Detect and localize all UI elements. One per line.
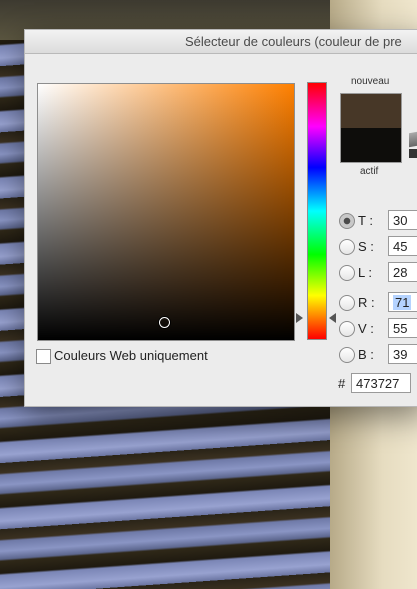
red-radio[interactable] bbox=[339, 295, 355, 311]
window-title: Sélecteur de couleurs (couleur de pre bbox=[185, 34, 402, 49]
green-field[interactable]: 55 bbox=[388, 318, 417, 338]
current-color-swatch bbox=[341, 128, 401, 162]
lightness-field[interactable]: 28 bbox=[388, 262, 417, 282]
current-color-label: actif bbox=[360, 166, 379, 177]
green-radio[interactable] bbox=[339, 321, 355, 337]
color-swatch bbox=[340, 93, 402, 163]
hue-pointer-right-icon[interactable] bbox=[329, 313, 336, 323]
red-field[interactable]: 71 bbox=[388, 292, 417, 312]
color-picker-window: Sélecteur de couleurs (couleur de pre no… bbox=[24, 29, 417, 407]
cube-icon[interactable] bbox=[409, 130, 417, 148]
hue-field[interactable]: 30 bbox=[388, 210, 417, 230]
hue-pointer-left-icon[interactable] bbox=[296, 313, 303, 323]
hue-slider[interactable] bbox=[307, 82, 327, 340]
new-color-swatch bbox=[341, 94, 401, 128]
lightness-label: L : bbox=[358, 265, 372, 280]
blue-radio[interactable] bbox=[339, 347, 355, 363]
hue-label: T : bbox=[358, 213, 373, 228]
new-color-label: nouveau bbox=[351, 76, 390, 87]
green-label: V : bbox=[358, 321, 374, 336]
red-value: 71 bbox=[393, 295, 412, 310]
lightness-radio[interactable] bbox=[339, 265, 355, 281]
red-label: R : bbox=[358, 295, 375, 310]
blue-label: B : bbox=[358, 347, 374, 362]
saturation-label: S : bbox=[358, 239, 374, 254]
web-only-label: Couleurs Web uniquement bbox=[54, 348, 208, 363]
saturation-lightness-square[interactable] bbox=[37, 83, 295, 341]
color-cursor[interactable] bbox=[159, 317, 170, 328]
swatch-icon[interactable] bbox=[409, 149, 417, 158]
titlebar[interactable]: Sélecteur de couleurs (couleur de pre bbox=[25, 30, 417, 54]
saturation-radio[interactable] bbox=[339, 239, 355, 255]
hex-field[interactable]: 473727 bbox=[351, 373, 411, 393]
hex-prefix: # bbox=[338, 376, 346, 391]
hue-radio[interactable] bbox=[339, 213, 355, 229]
saturation-field[interactable]: 45 bbox=[388, 236, 417, 256]
web-only-checkbox[interactable] bbox=[36, 349, 51, 364]
blue-field[interactable]: 39 bbox=[388, 344, 417, 364]
